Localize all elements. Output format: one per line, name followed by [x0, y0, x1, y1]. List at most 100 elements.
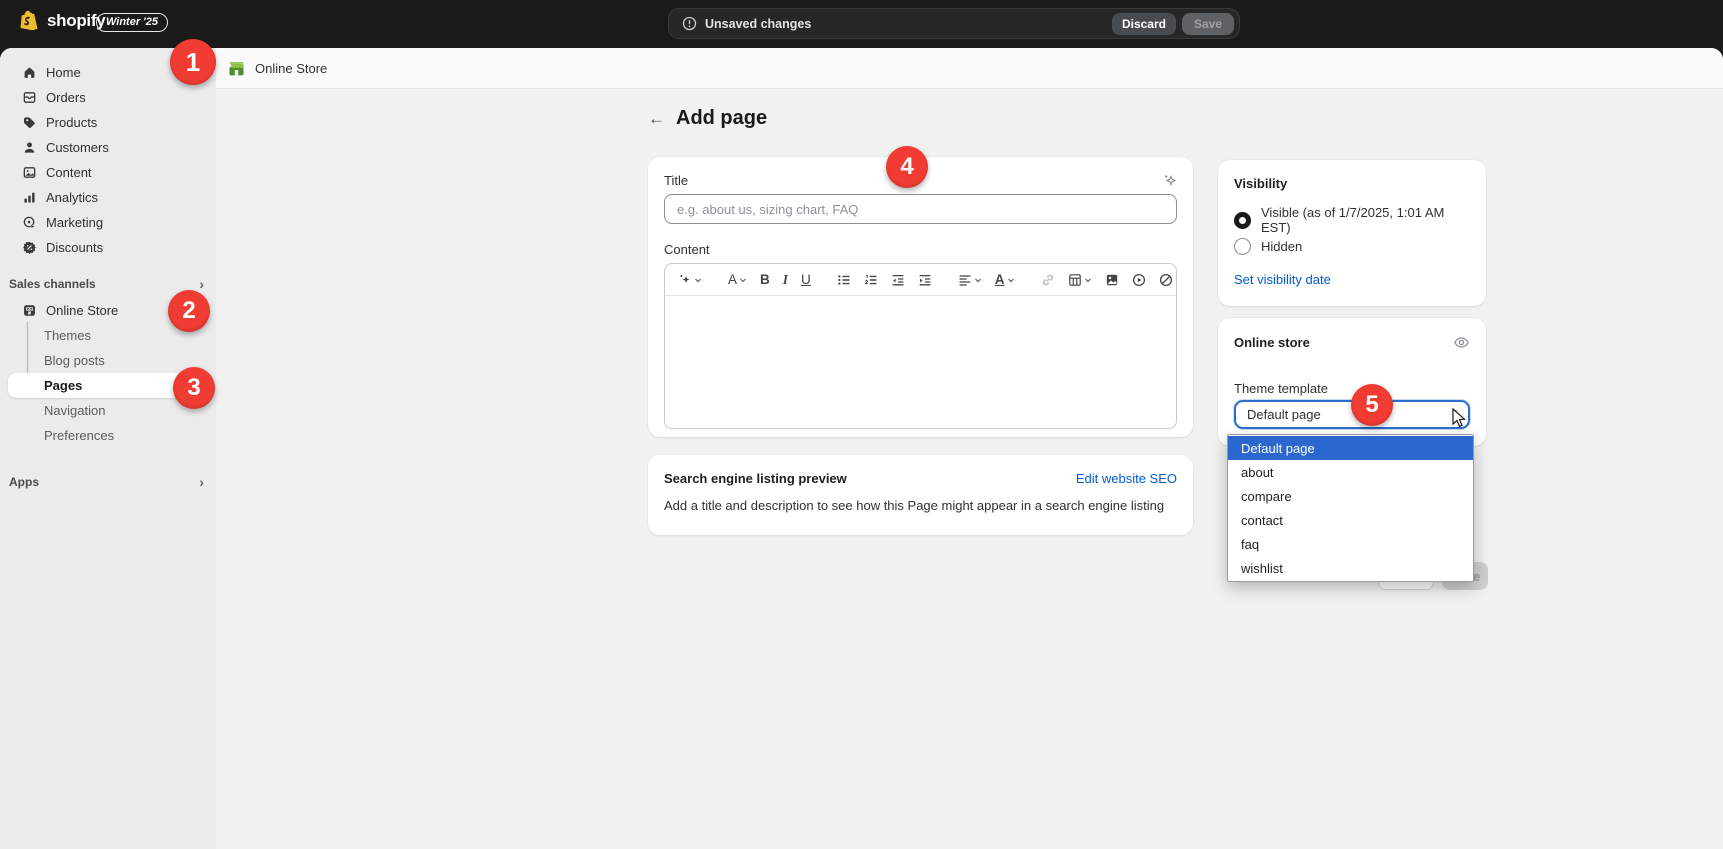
unsaved-changes-label: Unsaved changes	[705, 17, 811, 31]
edit-website-seo-link[interactable]: Edit website SEO	[1076, 471, 1177, 486]
apps-header[interactable]: Apps ›	[0, 472, 216, 492]
seo-description: Add a title and description to see how t…	[664, 498, 1177, 513]
online-store-channel-icon	[228, 60, 245, 77]
dropdown-option-compare[interactable]: compare	[1228, 484, 1473, 508]
shopify-admin: shopify Winter '25 Unsaved changes Disca…	[0, 0, 1723, 849]
seo-card-title: Search engine listing preview	[664, 471, 847, 486]
radio-label: Visible (as of 1/7/2025, 1:01 AM EST)	[1261, 205, 1470, 235]
radio-unselected-icon[interactable]	[1234, 238, 1251, 255]
indent-icon[interactable]	[915, 271, 935, 289]
sidebar-item-customers[interactable]: Customers	[0, 135, 216, 160]
table-icon[interactable]	[1065, 271, 1095, 289]
rich-text-editor: A B I U	[664, 263, 1177, 429]
visibility-option-visible[interactable]: Visible (as of 1/7/2025, 1:01 AM EST)	[1234, 207, 1470, 233]
text-style-icon[interactable]: A	[725, 271, 750, 289]
dropdown-option-wishlist[interactable]: wishlist	[1228, 556, 1473, 580]
image-icon[interactable]	[1102, 271, 1122, 289]
chevron-right-icon: ›	[199, 276, 204, 292]
discounts-icon	[21, 240, 37, 256]
shopify-bag-icon	[20, 10, 39, 31]
sidebar-item-products[interactable]: Products	[0, 110, 216, 135]
set-visibility-date-link[interactable]: Set visibility date	[1234, 272, 1331, 287]
storefront-icon	[21, 303, 37, 319]
page-title: Add page	[676, 107, 767, 130]
orders-icon	[21, 90, 37, 106]
customers-icon	[21, 140, 37, 156]
dropdown-option-about[interactable]: about	[1228, 460, 1473, 484]
select-value: Default page	[1247, 407, 1321, 422]
clear-format-icon[interactable]	[1156, 271, 1176, 289]
title-input[interactable]	[664, 194, 1177, 224]
main-area: Online Store ← Add page Title Conte	[216, 48, 1723, 849]
editor-toolbar: A B I U	[665, 264, 1176, 296]
sidebar-item-content[interactable]: Content	[0, 160, 216, 185]
sidebar-item-analytics[interactable]: Analytics	[0, 185, 216, 210]
sidebar-item-label: Products	[46, 115, 97, 130]
chevron-down-icon	[1084, 276, 1092, 284]
sidebar-item-label: Marketing	[46, 215, 103, 230]
page-heading: ← Add page	[648, 107, 767, 130]
annotation-step-4: 4	[886, 146, 928, 188]
sidebar-item-label: Home	[46, 65, 81, 80]
dropdown-option-faq[interactable]: faq	[1228, 532, 1473, 556]
link-icon[interactable]	[1038, 271, 1058, 289]
chevron-down-icon	[1007, 276, 1015, 284]
underline-icon[interactable]: U	[798, 271, 814, 289]
content-icon	[21, 165, 37, 181]
sidebar-item-label: Content	[46, 165, 92, 180]
admin-shell: Home Orders Products Customers Content	[0, 48, 1723, 849]
products-icon	[21, 115, 37, 131]
sidebar-item-label: Analytics	[46, 190, 98, 205]
eye-icon[interactable]	[1453, 334, 1470, 351]
home-icon	[21, 65, 37, 81]
magic-sparkle-icon[interactable]	[1162, 173, 1177, 188]
marketing-icon	[21, 215, 37, 231]
back-arrow-icon[interactable]: ←	[648, 110, 665, 127]
sidebar-item-marketing[interactable]: Marketing	[0, 210, 216, 235]
discard-button[interactable]: Discard	[1112, 13, 1176, 35]
outdent-icon[interactable]	[888, 271, 908, 289]
sidebar-item-orders[interactable]: Orders	[0, 85, 216, 110]
sidebar-item-preferences[interactable]: Preferences	[0, 423, 216, 448]
numbered-list-icon[interactable]	[861, 271, 881, 289]
italic-icon[interactable]: I	[780, 271, 791, 289]
seo-preview-card: Search engine listing preview Edit websi…	[648, 455, 1193, 535]
sidebar-item-label: Discounts	[46, 240, 103, 255]
sidebar-item-discounts[interactable]: Discounts	[0, 235, 216, 260]
sidebar-item-label: Orders	[46, 90, 86, 105]
select-caret-icon: ˆ	[1454, 409, 1458, 421]
analytics-icon	[21, 190, 37, 206]
save-button[interactable]: Save	[1182, 13, 1234, 35]
bold-icon[interactable]: B	[757, 271, 773, 289]
annotation-step-3: 3	[173, 367, 215, 409]
sidebar-item-label: Online Store	[46, 303, 118, 318]
title-field-label: Title	[664, 173, 688, 188]
dropdown-option-contact[interactable]: contact	[1228, 508, 1473, 532]
theme-template-label: Theme template	[1234, 381, 1470, 396]
sidebar: Home Orders Products Customers Content	[0, 48, 216, 849]
dropdown-option-default-page[interactable]: Default page	[1228, 436, 1473, 460]
editor-text-area[interactable]	[665, 296, 1176, 429]
radio-label: Hidden	[1261, 239, 1302, 254]
unsaved-changes-banner: Unsaved changes Discard Save	[668, 8, 1240, 39]
chevron-right-icon: ›	[199, 474, 204, 490]
channel-title: Online Store	[255, 61, 327, 76]
annotation-step-1: 1	[170, 39, 216, 85]
chevron-down-icon	[739, 276, 747, 284]
bullet-list-icon[interactable]	[834, 271, 854, 289]
magic-icon[interactable]	[675, 271, 705, 289]
visibility-card: Visibility Visible (as of 1/7/2025, 1:01…	[1218, 160, 1486, 306]
chevron-down-icon	[694, 276, 702, 284]
page-details-card: Title Content	[648, 157, 1193, 437]
text-color-icon[interactable]: A	[992, 271, 1018, 289]
alert-icon	[682, 16, 697, 31]
channel-breadcrumb[interactable]: Online Store	[216, 48, 1723, 89]
main-column: Title Content	[648, 157, 1193, 535]
annotation-step-2: 2	[168, 290, 210, 332]
alignment-icon[interactable]	[955, 271, 985, 289]
top-bar: shopify Winter '25 Unsaved changes Disca…	[0, 0, 1723, 48]
shopify-logo[interactable]: shopify	[20, 10, 105, 31]
visibility-option-hidden[interactable]: Hidden	[1234, 233, 1470, 259]
radio-selected-icon[interactable]	[1234, 212, 1251, 229]
video-icon[interactable]	[1129, 271, 1149, 289]
